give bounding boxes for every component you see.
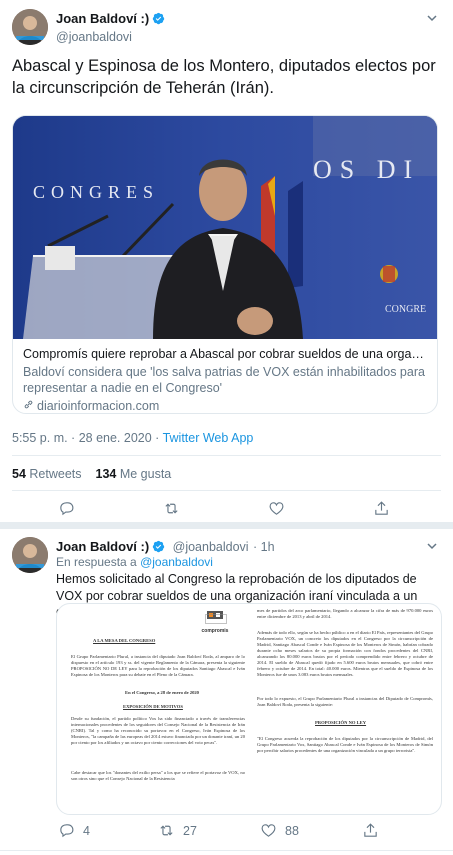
reply-share-button[interactable] <box>362 822 379 839</box>
doc-right1: mes de partidos del arco parlamentario, … <box>257 608 433 619</box>
reply-icon <box>60 824 74 838</box>
card-image: CONGRES OS DI CONGRE <box>13 116 437 339</box>
doc-date: En el Congreso, a 28 de enero de 2020 <box>125 690 199 695</box>
thread-separator <box>0 522 453 529</box>
reply-retweet-button[interactable]: 27 <box>158 822 197 839</box>
doc-para3: Cabe destacar que los "donantes del exil… <box>71 770 245 781</box>
card-description: Baldoví considera que 'los salva patrias… <box>23 365 425 395</box>
replying-prefix: En respuesta a <box>56 555 141 569</box>
likes-stat[interactable]: 134 Me gusta <box>96 467 172 481</box>
verified-icon <box>152 540 165 553</box>
card-title[interactable]: Compromís quiere reprobar a Abascal por … <box>23 347 427 361</box>
divider <box>12 455 441 456</box>
reply-reply-button[interactable]: 4 <box>58 822 90 839</box>
doc-right4: "El Congreso acuerda la reprobación de l… <box>257 736 433 753</box>
tweet-meta: 5:55 p. m. · 28 ene. 2020 · Twitter Web … <box>12 431 253 445</box>
doc-para1: El Grupo Parlamentario Plural, a instanc… <box>71 654 245 677</box>
doc-right3: Por todo lo expuesto, el Grupo Parlament… <box>257 696 433 707</box>
retweets-count: 54 <box>12 467 26 481</box>
card-domain[interactable]: diarioinformacion.com <box>23 399 427 413</box>
reply-button[interactable] <box>58 500 75 517</box>
card-image-text-left: CONGRES <box>33 182 159 202</box>
like-button[interactable] <box>268 500 285 517</box>
reply-avatar[interactable] <box>12 537 48 573</box>
replying-to: En respuesta a @joanbaldovi <box>56 555 213 569</box>
author-name[interactable]: Joan Baldoví :) <box>56 11 149 26</box>
doc-stamp <box>205 614 227 624</box>
retweet-icon <box>160 825 173 836</box>
reply-chevron-down-icon[interactable] <box>426 540 438 555</box>
retweet-button[interactable] <box>163 500 180 517</box>
like-icon <box>269 502 284 515</box>
reply-image[interactable]: compromis A LA MESA DEL CONGRESO El Grup… <box>56 603 442 815</box>
like-icon <box>261 824 276 837</box>
card-image-text-corner: CONGRE <box>385 304 426 315</box>
doc-right2: Además de todo ello, según se ha hecho p… <box>257 630 433 677</box>
bottom-divider <box>0 850 453 851</box>
doc-right-heading: PROPOSICIÓN NO LEY <box>315 720 367 725</box>
link-card[interactable]: CONGRES OS DI CONGRE Compromís quiere re… <box>12 115 438 414</box>
author-handle[interactable]: @joanbaldovi <box>56 30 165 44</box>
replying-handle[interactable]: @joanbaldovi <box>140 555 213 569</box>
stats-row: 54 Retweets 134 Me gusta <box>12 467 171 481</box>
reply-header: Joan Baldoví :) @joanbaldovi · 1h <box>56 538 275 556</box>
tweet-time[interactable]: 5:55 p. m. · 28 ene. 2020 · <box>12 431 163 445</box>
share-button[interactable] <box>373 500 390 517</box>
reply-retweets-count: 27 <box>183 823 197 838</box>
author-info[interactable]: Joan Baldoví :) @joanbaldovi <box>56 10 165 44</box>
tweet-source[interactable]: Twitter Web App <box>163 431 254 445</box>
share-icon <box>364 823 377 837</box>
reply-author-handle[interactable]: @joanbaldovi <box>173 540 249 554</box>
likes-label: Me gusta <box>119 467 172 481</box>
share-icon <box>375 501 388 515</box>
reply-author-name[interactable]: Joan Baldoví :) <box>56 539 149 554</box>
reply-like-button[interactable]: 88 <box>260 822 299 839</box>
reply-likes-count: 88 <box>285 823 299 838</box>
reply-time[interactable]: · 1h <box>253 540 275 554</box>
tweet-text: Abascal y Espinosa de los Montero, diput… <box>12 57 436 97</box>
retweets-stat[interactable]: 54 Retweets <box>12 467 82 481</box>
doc-motivos: EXPOSICIÓN DE MOTIVOS <box>123 704 183 709</box>
reply-replies-count: 4 <box>83 823 90 838</box>
card-image-text-right: OS DI <box>313 155 420 184</box>
likes-count: 134 <box>95 467 117 481</box>
retweets-label: Retweets <box>29 467 82 481</box>
doc-para2: Desde su fundación, el partido político … <box>71 716 245 745</box>
card-domain-text: diarioinformacion.com <box>37 399 160 413</box>
doc-logo-text: compromis <box>201 628 229 634</box>
verified-icon <box>152 12 165 25</box>
retweet-icon <box>165 503 178 514</box>
link-icon <box>23 399 34 413</box>
reply-icon <box>60 502 74 516</box>
divider <box>12 490 441 491</box>
avatar[interactable] <box>12 9 48 45</box>
doc-heading: A LA MESA DEL CONGRESO <box>93 638 156 643</box>
chevron-down-icon[interactable] <box>426 12 438 27</box>
